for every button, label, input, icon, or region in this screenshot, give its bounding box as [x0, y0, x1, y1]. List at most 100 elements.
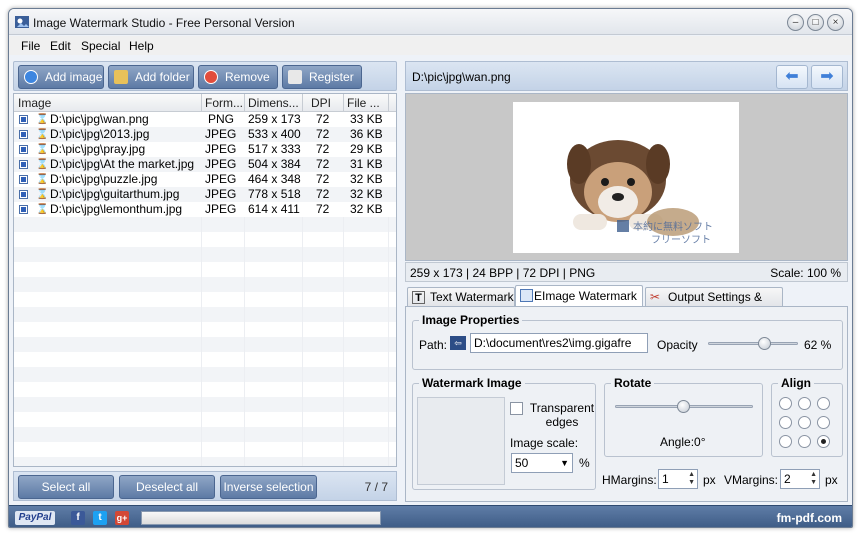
add-image-button[interactable]: Add image [18, 65, 104, 89]
remove-button[interactable]: Remove [198, 65, 278, 89]
cell-path: D:\pic\jpg\At the market.jpg [50, 157, 195, 171]
row-checkbox[interactable] [19, 205, 28, 214]
row-checkbox[interactable] [19, 145, 28, 154]
menu-bar: File Edit Special Help [9, 36, 852, 55]
align-center[interactable] [798, 416, 811, 429]
tab-image-watermark[interactable]: EImage Watermark [515, 285, 643, 307]
menu-special[interactable]: Special [81, 39, 120, 53]
align-middle-right[interactable] [817, 416, 830, 429]
watermark-thumbnail[interactable] [417, 397, 505, 485]
table-row[interactable]: ⌛ D:\pic\jpg\2013.jpg JPEG 533 x 400 72 … [14, 127, 396, 142]
table-row[interactable]: ⌛ D:\pic\jpg\puzzle.jpg JPEG 464 x 348 7… [14, 172, 396, 187]
row-checkbox[interactable] [19, 190, 28, 199]
opacity-slider-handle[interactable] [757, 337, 771, 350]
col-dpi[interactable]: DPI [311, 96, 331, 110]
stepper-arrows-icon[interactable]: ▲ ▼ [810, 471, 817, 487]
cell-size: 33 KB [350, 112, 383, 126]
browse-icon[interactable]: ⇦ [450, 336, 466, 350]
table-row[interactable]: ⌛ D:\pic\jpg\wan.png PNG 259 x 173 72 33… [14, 112, 396, 127]
col-format[interactable]: Form... [205, 96, 243, 110]
menu-edit[interactable]: Edit [50, 39, 71, 53]
opacity-label: Opacity [657, 338, 698, 352]
hmargins-stepper[interactable]: 1 ▲ ▼ [658, 469, 698, 489]
hourglass-icon: ⌛ [36, 189, 49, 200]
align-bottom-left[interactable] [779, 435, 792, 448]
image-properties-group: Image Properties Path: ⇦ D:\document\res… [412, 313, 843, 370]
align-top-right[interactable] [817, 397, 830, 410]
file-grid[interactable]: Image Form... Dimens... DPI File ... ⌛ D… [13, 93, 397, 467]
cell-format: JPEG [205, 187, 237, 201]
preview-pathbar: D:\pic\jpg\wan.png ⬅ ➡ [405, 61, 848, 91]
cell-path: D:\pic\jpg\lemonthum.jpg [50, 202, 183, 216]
transparent-edges-checkbox[interactable] [510, 402, 523, 415]
register-button[interactable]: Register [282, 65, 362, 89]
col-filesize[interactable]: File ... [347, 96, 380, 110]
image-scale-unit: % [579, 456, 590, 470]
add-image-label: Add image [45, 70, 103, 84]
grid-header: Image Form... Dimens... DPI File ... [14, 94, 396, 112]
cell-size: 36 KB [350, 127, 383, 141]
cell-dpi: 72 [316, 202, 330, 216]
align-bottom-right[interactable] [817, 435, 830, 448]
row-checkbox[interactable] [19, 115, 28, 124]
align-title: Align [778, 376, 814, 390]
next-image-button[interactable]: ➡ [811, 65, 843, 89]
tab-label: Text Watermark [430, 290, 514, 304]
panel-splitter[interactable] [399, 59, 404, 502]
opacity-slider[interactable] [708, 342, 798, 345]
close-button[interactable]: × [827, 14, 844, 31]
rotate-slider-handle[interactable] [677, 400, 690, 413]
watermark-text-2: フリーソフト [651, 235, 711, 246]
vmargins-stepper[interactable]: 2 ▲ ▼ [780, 469, 820, 489]
menu-help[interactable]: Help [129, 39, 154, 53]
align-bottom-center[interactable] [798, 435, 811, 448]
previous-image-button[interactable]: ⬅ [776, 65, 808, 89]
image-info-bar: 259 x 173 | 24 BPP | 72 DPI | PNG Scale:… [405, 262, 848, 282]
image-icon [520, 289, 533, 302]
app-icon [15, 16, 29, 28]
opacity-value: 62 % [804, 338, 832, 352]
align-top-center[interactable] [798, 397, 811, 410]
tab-text-watermark[interactable]: T Text Watermark [407, 287, 515, 307]
maximize-button[interactable]: □ [807, 14, 824, 31]
align-top-left[interactable] [779, 397, 792, 410]
file-toolbar: Add image Add folder Remove Register [13, 61, 397, 91]
table-row[interactable]: ⌛ D:\pic\jpg\guitarthum.jpg JPEG 778 x 5… [14, 187, 396, 202]
cell-path: D:\pic\jpg\wan.png [50, 112, 149, 126]
select-all-button[interactable]: Select all [18, 475, 114, 499]
col-image[interactable]: Image [18, 96, 51, 110]
inverse-selection-button[interactable]: Inverse selection [220, 475, 317, 499]
menu-file[interactable]: File [21, 39, 40, 53]
tab-output-settings[interactable]: ✂ Output Settings & Start [645, 287, 783, 322]
facebook-icon[interactable]: f [71, 511, 85, 525]
deselect-all-button[interactable]: Deselect all [119, 475, 215, 499]
row-checkbox[interactable] [19, 130, 28, 139]
image-properties-title: Image Properties [419, 313, 523, 327]
path-input[interactable]: D:\document\res2\img.gigafre [470, 333, 648, 353]
col-dimensions[interactable]: Dimens... [248, 96, 299, 110]
align-middle-left[interactable] [779, 416, 792, 429]
angle-readout: Angle:0° [660, 435, 706, 449]
file-panel: Add image Add folder Remove Register Ima… [13, 59, 397, 502]
cell-format: PNG [208, 112, 235, 126]
paypal-logo[interactable]: PayPal [15, 511, 55, 525]
google-plus-icon[interactable]: g+ [115, 511, 129, 525]
image-scale-select[interactable]: 50 ▼ [511, 453, 573, 473]
image-preview: 本約に無料ソフト フリーソフト [405, 93, 848, 261]
stepper-arrows-icon[interactable]: ▲ ▼ [688, 471, 695, 487]
add-folder-button[interactable]: Add folder [108, 65, 194, 89]
cell-format: JPEG [205, 202, 237, 216]
hmargins-unit: px [703, 473, 716, 487]
row-checkbox[interactable] [19, 175, 28, 184]
minimize-button[interactable]: – [787, 14, 804, 31]
preview-path: D:\pic\jpg\wan.png [412, 70, 511, 84]
twitter-icon[interactable]: t [93, 511, 107, 525]
tab-strip: T Text Watermark EImage Watermark ✂ Outp… [405, 285, 848, 322]
table-row[interactable]: ⌛ D:\pic\jpg\lemonthum.jpg JPEG 614 x 41… [14, 202, 396, 217]
table-row[interactable]: ⌛ D:\pic\jpg\At the market.jpg JPEG 504 … [14, 157, 396, 172]
brand-link[interactable]: fm-pdf.com [777, 511, 842, 525]
table-row[interactable]: ⌛ D:\pic\jpg\pray.jpg JPEG 517 x 333 72 … [14, 142, 396, 157]
cell-path: D:\pic\jpg\guitarthum.jpg [50, 187, 180, 201]
row-checkbox[interactable] [19, 160, 28, 169]
cell-dims: 533 x 400 [248, 127, 301, 141]
